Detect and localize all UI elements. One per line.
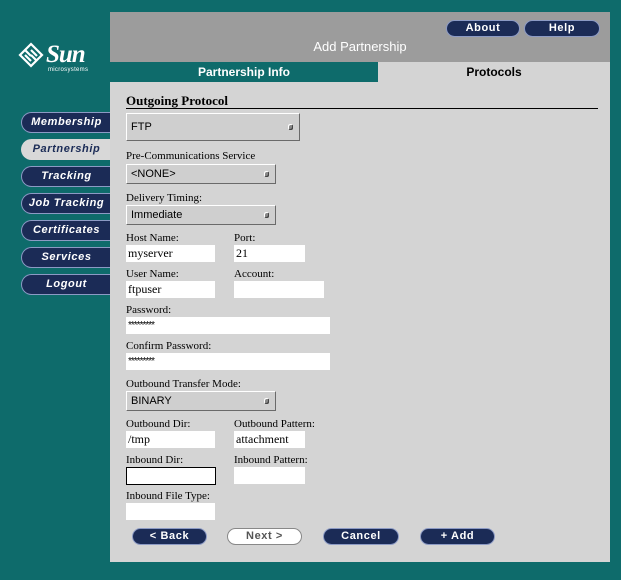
user-input[interactable]: ftpuser — [126, 281, 215, 298]
tab-partnership-info[interactable]: Partnership Info — [110, 62, 378, 82]
add-button[interactable]: + Add — [420, 528, 495, 545]
nav-tracking[interactable]: Tracking — [21, 166, 111, 187]
timing-select-value: Immediate — [131, 209, 183, 221]
sun-diamond-icon — [18, 42, 44, 68]
confirm-password-label: Confirm Password: — [126, 340, 212, 352]
outbound-dir-input[interactable]: /tmp — [126, 431, 215, 448]
section-title: Outgoing Protocol — [126, 93, 228, 108]
host-input[interactable]: myserver — [126, 245, 215, 262]
nav-membership[interactable]: Membership — [21, 112, 111, 133]
section-divider — [126, 108, 598, 109]
about-button[interactable]: About — [446, 20, 520, 37]
help-button[interactable]: Help — [524, 20, 600, 37]
inbound-dir-input[interactable] — [126, 467, 216, 485]
precomm-select[interactable]: <NONE> — [126, 164, 276, 184]
select-arrow-icon — [264, 212, 269, 218]
password-input[interactable]: ********* — [126, 317, 330, 334]
inbound-file-type-input[interactable] — [126, 503, 215, 520]
transfer-mode-value: BINARY — [131, 395, 172, 407]
outbound-pattern-input[interactable]: attachment — [234, 431, 305, 448]
account-label: Account: — [234, 268, 275, 280]
nav-services[interactable]: Services — [21, 247, 111, 268]
nav-partnership[interactable]: Partnership — [21, 139, 111, 160]
select-arrow-icon — [288, 124, 293, 130]
password-label: Password: — [126, 304, 172, 316]
logo-subtext: microsystems — [48, 67, 89, 73]
next-button[interactable]: Next > — [227, 528, 302, 545]
nav-logout[interactable]: Logout — [21, 274, 111, 295]
select-arrow-icon — [264, 171, 269, 177]
logo-wordmark: Sun — [46, 41, 86, 68]
precomm-select-value: <NONE> — [131, 168, 176, 180]
inbound-file-type-label: Inbound File Type: — [126, 490, 210, 502]
protocol-select-value: FTP — [131, 121, 152, 133]
host-label: Host Name: — [126, 232, 179, 244]
inbound-pattern-label: Inbound Pattern: — [234, 454, 308, 466]
nav-certificates[interactable]: Certificates — [21, 220, 111, 241]
port-label: Port: — [234, 232, 256, 244]
outbound-dir-label: Outbound Dir: — [126, 418, 191, 430]
sidebar-nav: Membership Partnership Tracking Job Trac… — [21, 112, 111, 301]
inbound-dir-label: Inbound Dir: — [126, 454, 184, 466]
main-panel: About Help Add Partnership Partnership I… — [110, 12, 610, 562]
nav-job-tracking[interactable]: Job Tracking — [21, 193, 111, 214]
back-button[interactable]: < Back — [132, 528, 207, 545]
user-label: User Name: — [126, 268, 179, 280]
tab-protocols[interactable]: Protocols — [378, 62, 610, 82]
protocol-select[interactable]: FTP — [126, 113, 300, 141]
cancel-button[interactable]: Cancel — [323, 528, 399, 545]
precomm-label: Pre-Communications Service — [126, 150, 256, 162]
transfer-mode-label: Outbound Transfer Mode: — [126, 378, 241, 390]
timing-label: Delivery Timing: — [126, 192, 203, 204]
page-title: Add Partnership — [313, 39, 407, 54]
confirm-password-input[interactable]: ********* — [126, 353, 330, 370]
account-input[interactable] — [234, 281, 324, 298]
timing-select[interactable]: Immediate — [126, 205, 276, 225]
inbound-pattern-input[interactable] — [234, 467, 305, 484]
header-bar: About Help Add Partnership — [110, 12, 610, 62]
outbound-pattern-label: Outbound Pattern: — [234, 418, 315, 430]
select-arrow-icon — [264, 398, 269, 404]
transfer-mode-select[interactable]: BINARY — [126, 391, 276, 411]
sun-logo: Sun microsystems — [18, 42, 98, 78]
port-input[interactable]: 21 — [234, 245, 305, 262]
